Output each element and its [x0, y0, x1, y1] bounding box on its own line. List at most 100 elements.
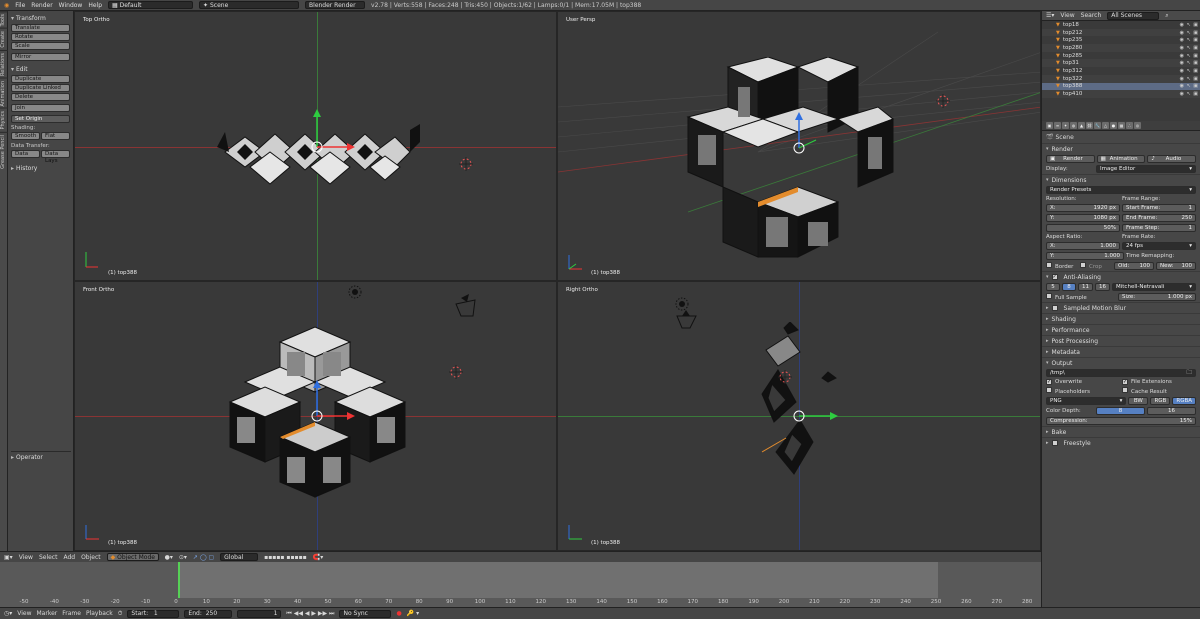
manipulator-widget[interactable]	[788, 402, 848, 432]
audio-button[interactable]: ♪ Audio	[1147, 155, 1197, 163]
checkbox-icon[interactable]: ✓	[1051, 274, 1058, 280]
select-arrow-icon[interactable]: ↖	[1187, 22, 1191, 28]
output-panel-header[interactable]: ▾ Output	[1042, 357, 1200, 368]
resolution-percent-slider[interactable]: 50%	[1046, 224, 1120, 232]
render-button[interactable]: ▣ Render	[1046, 155, 1095, 163]
3d-cursor-icon[interactable]	[936, 94, 950, 108]
operator-panel-header[interactable]: Operator	[11, 451, 71, 461]
menu-object[interactable]: Object	[81, 554, 101, 561]
outliner-item[interactable]: ▼ top312 ◉ ↖ ▣	[1042, 67, 1200, 75]
checkbox-icon[interactable]	[1051, 440, 1058, 446]
select-arrow-icon[interactable]: ↖	[1187, 53, 1191, 59]
visibility-eye-icon[interactable]: ◉	[1180, 30, 1184, 36]
current-frame-marker[interactable]	[178, 562, 180, 598]
timeline-area[interactable]: -50 -40 -30 -20 -10 0 10 20 30 40 50 60 70 80 90 100 110…	[0, 562, 1200, 607]
render-camera-icon[interactable]: ▣	[1193, 83, 1198, 89]
screen-layout-select[interactable]: ▦ Default	[108, 1, 194, 9]
menu-add[interactable]: Add	[63, 554, 75, 561]
render-camera-icon[interactable]: ▣	[1193, 68, 1198, 74]
filter-size-field[interactable]: Size: 1.000 px	[1118, 293, 1196, 301]
menu-file[interactable]: File	[15, 2, 25, 9]
preview-range-icon[interactable]: ⏱	[118, 610, 123, 618]
viewport-user-persp[interactable]: User Persp (1) top388	[557, 11, 1041, 281]
color-depth-8[interactable]: 8	[1096, 407, 1145, 415]
manipulator-widget[interactable]	[301, 378, 361, 424]
menu-frame[interactable]: Frame	[62, 610, 81, 617]
render-camera-icon[interactable]: ▣	[1193, 91, 1198, 97]
resolution-x-field[interactable]: X: 1920 px	[1046, 204, 1120, 212]
3d-cursor-icon[interactable]	[459, 157, 473, 171]
display-select[interactable]: Image Editor ▾	[1096, 165, 1196, 173]
blender-logo-icon[interactable]: ◉	[4, 2, 9, 9]
current-frame-field[interactable]: 1	[237, 609, 282, 618]
tab-animation[interactable]: Animation	[0, 77, 8, 109]
frame-step-field[interactable]: Frame Step: 1	[1122, 224, 1196, 232]
select-arrow-icon[interactable]: ↖	[1187, 83, 1191, 89]
resolution-y-field[interactable]: Y: 1080 px	[1046, 214, 1120, 222]
aspect-y-field[interactable]: Y: 1.000	[1046, 252, 1124, 260]
select-arrow-icon[interactable]: ↖	[1187, 91, 1191, 97]
flat-button[interactable]: Flat	[41, 132, 70, 140]
tab-grease-pencil[interactable]: Grease Pencil	[0, 131, 8, 171]
keying-icon[interactable]: 🔑 ▾	[407, 610, 419, 617]
post-processing-panel-header[interactable]: ▸ Post Processing	[1042, 335, 1200, 346]
visibility-eye-icon[interactable]: ◉	[1180, 60, 1184, 66]
menu-window[interactable]: Window	[59, 2, 83, 9]
menu-view[interactable]: View	[1060, 12, 1074, 19]
pivot-icon[interactable]: ⊙▾	[179, 554, 187, 561]
scene-select[interactable]: ✦ Scene	[199, 1, 300, 9]
checkbox-icon[interactable]	[1051, 305, 1058, 311]
render-camera-icon[interactable]: ▣	[1193, 60, 1198, 66]
constraints-tab-icon[interactable]: ⛓	[1086, 122, 1093, 129]
search-icon[interactable]: ⌕	[1165, 12, 1168, 20]
display-mode-select[interactable]: All Scenes	[1107, 11, 1160, 20]
render-panel-header[interactable]: ▾ Render	[1042, 143, 1200, 154]
file-format-select[interactable]: PNG ▾	[1046, 397, 1127, 405]
translate-button[interactable]: Translate	[11, 24, 70, 32]
anti-aliasing-panel-header[interactable]: ▾ ✓ Anti-Aliasing	[1042, 271, 1200, 282]
modifiers-tab-icon[interactable]: 🔧	[1094, 122, 1101, 129]
render-tab-icon[interactable]: ▣	[1046, 122, 1053, 129]
outliner-item[interactable]: ▼ top18 ◉ ↖ ▣	[1042, 21, 1200, 29]
world-tab-icon[interactable]: ◍	[1070, 122, 1077, 129]
visibility-eye-icon[interactable]: ◉	[1180, 53, 1184, 59]
start-frame-field[interactable]: Start: 1	[127, 609, 180, 618]
animation-button[interactable]: ▦ Animation	[1096, 155, 1146, 163]
old-remap-field[interactable]: Old: 100	[1114, 262, 1154, 270]
rotate-button[interactable]: Rotate	[11, 33, 70, 41]
smooth-button[interactable]: Smooth	[11, 132, 40, 140]
data-lays-button[interactable]: Data Lays	[41, 150, 70, 164]
crop-checkbox[interactable]: Crop	[1080, 262, 1112, 270]
physics-tab-icon[interactable]: ◎	[1134, 122, 1141, 129]
data-button[interactable]: Data	[11, 150, 40, 158]
visibility-eye-icon[interactable]: ◉	[1180, 45, 1184, 51]
layers-icon[interactable]: ▪▪▪▪▪ ▪▪▪▪▪	[264, 554, 307, 561]
select-arrow-icon[interactable]: ↖	[1187, 68, 1191, 74]
render-camera-icon[interactable]: ▣	[1193, 45, 1198, 51]
join-button[interactable]: Join	[11, 104, 70, 112]
mode-select[interactable]: ◆ Object Mode	[106, 553, 159, 561]
frame-rate-select[interactable]: 24 fps ▾	[1122, 242, 1196, 250]
outliner-item[interactable]: ▼ top388 ◉ ↖ ▣	[1042, 82, 1200, 91]
visibility-eye-icon[interactable]: ◉	[1180, 22, 1184, 28]
3d-cursor-icon[interactable]	[778, 370, 792, 384]
end-frame-field[interactable]: End: 250	[184, 609, 233, 618]
menu-playback[interactable]: Playback	[86, 610, 113, 617]
mirror-button[interactable]: Mirror	[11, 53, 70, 61]
shading-panel-header[interactable]: ▸ Shading	[1042, 313, 1200, 324]
outliner-item[interactable]: ▼ top212 ◉ ↖ ▣	[1042, 28, 1200, 37]
menu-search[interactable]: Search	[1081, 12, 1102, 19]
scale-button[interactable]: Scale	[11, 42, 70, 50]
playback-controls-icon[interactable]: ⏮ ◀◀ ◀ ▶ ▶▶ ⏭	[286, 610, 334, 618]
editor-type-icon[interactable]: ☰▾	[1046, 12, 1054, 19]
object-tab-icon[interactable]: ▲	[1078, 122, 1085, 129]
full-sample-checkbox[interactable]: Full Sample	[1046, 293, 1116, 301]
select-arrow-icon[interactable]: ↖	[1187, 30, 1191, 36]
metadata-panel-header[interactable]: ▸ Metadata	[1042, 346, 1200, 357]
select-arrow-icon[interactable]: ↖	[1187, 37, 1191, 43]
visibility-eye-icon[interactable]: ◉	[1180, 91, 1184, 97]
render-camera-icon[interactable]: ▣	[1193, 37, 1198, 43]
compression-slider[interactable]: Compression: 15%	[1046, 417, 1196, 425]
color-bw-button[interactable]: BW	[1128, 397, 1149, 405]
history-panel-header[interactable]: History	[11, 165, 70, 172]
